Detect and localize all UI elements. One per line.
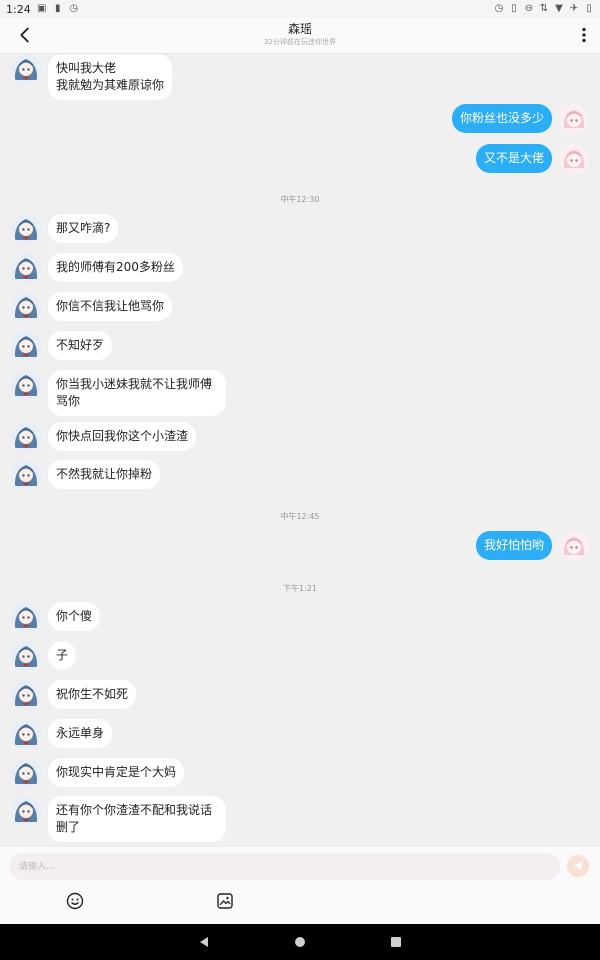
smiley-icon[interactable] xyxy=(66,892,84,910)
data-icon: ⇅ xyxy=(539,3,549,14)
sd-card-icon: ▮ xyxy=(54,3,61,14)
contact-avatar[interactable] xyxy=(11,796,41,826)
message-bubble[interactable]: 快叫我大佬 我就勉为其难原谅你 xyxy=(48,54,173,100)
received-message: 还有你个你渣渣不配和我说话删了 xyxy=(11,796,226,842)
received-message: 你现实中肯定是个大妈 xyxy=(11,758,185,788)
image-notification-icon: ▣ xyxy=(36,3,47,14)
timestamp-divider: 下午1:21 xyxy=(283,584,317,593)
timestamp-divider: 中午12:45 xyxy=(280,512,320,521)
message-bubble[interactable]: 那又咋滴? xyxy=(48,214,119,243)
contact-status: 32分钟前在玩迷你世界 xyxy=(264,38,336,46)
contact-avatar[interactable] xyxy=(11,422,41,452)
received-message: 永远单身 xyxy=(11,719,113,749)
do-not-disturb-icon: ⊖ xyxy=(524,3,534,14)
contact-avatar[interactable] xyxy=(11,331,41,361)
input-bar xyxy=(0,846,600,924)
contact-avatar[interactable] xyxy=(11,602,41,632)
vibrate-icon: ▯ xyxy=(511,3,517,14)
message-bubble[interactable]: 祝你生不如死 xyxy=(48,680,137,709)
message-bubble[interactable]: 你快点回我你这个小渣渣 xyxy=(48,422,197,451)
chat-header: 森瑶 32分钟前在玩迷你世界 xyxy=(0,18,600,54)
contact-avatar[interactable] xyxy=(11,292,41,322)
sent-message: 我好怕怕哟 xyxy=(475,531,589,561)
system-nav-bar xyxy=(0,924,600,960)
battery-icon: ▯ xyxy=(586,3,592,14)
received-message: 不然我就让你掉粉 xyxy=(11,460,161,490)
message-bubble[interactable]: 你个傻 xyxy=(48,602,101,631)
contact-avatar[interactable] xyxy=(11,758,41,788)
my-avatar[interactable] xyxy=(559,531,589,561)
alarm-icon: ◷ xyxy=(69,3,79,14)
received-message: 快叫我大佬 我就勉为其难原谅你 xyxy=(11,54,173,100)
contact-avatar[interactable] xyxy=(11,460,41,490)
message-bubble[interactable]: 子 xyxy=(48,641,77,670)
message-bubble[interactable]: 不知好歹 xyxy=(48,331,113,360)
contact-avatar[interactable] xyxy=(11,253,41,283)
contact-avatar[interactable] xyxy=(11,370,41,400)
message-bubble[interactable]: 你信不信我让他骂你 xyxy=(48,292,173,321)
alarm-icon: ◷ xyxy=(494,3,504,14)
contact-avatar[interactable] xyxy=(11,680,41,710)
status-time: 1:24 xyxy=(6,2,31,16)
message-bubble[interactable]: 你现实中肯定是个大妈 xyxy=(48,758,185,787)
received-message: 你快点回我你这个小渣渣 xyxy=(11,422,197,452)
contact-avatar[interactable] xyxy=(11,54,41,84)
message-bubble[interactable]: 不然我就让你掉粉 xyxy=(48,460,161,489)
received-message: 不知好歹 xyxy=(11,331,113,361)
send-button[interactable] xyxy=(567,855,589,877)
nav-recents-icon[interactable] xyxy=(388,934,404,950)
message-bubble[interactable]: 又不是大佬 xyxy=(475,144,552,173)
contact-name: 森瑶 xyxy=(287,22,312,36)
image-icon[interactable] xyxy=(216,892,234,910)
received-message: 祝你生不如死 xyxy=(11,680,137,710)
sent-message: 又不是大佬 xyxy=(475,144,589,174)
received-message: 子 xyxy=(11,641,77,671)
message-input[interactable] xyxy=(9,853,560,880)
message-bubble[interactable]: 你粉丝也没多少 xyxy=(451,104,552,133)
chat-title-block: 森瑶 32分钟前在玩迷你世界 xyxy=(200,22,400,48)
sent-message: 你粉丝也没多少 xyxy=(451,104,589,134)
contact-avatar[interactable] xyxy=(11,641,41,671)
received-message: 你个傻 xyxy=(11,602,101,632)
received-message: 你当我小迷妹我就不让我师傅骂你 xyxy=(11,370,226,416)
my-avatar[interactable] xyxy=(559,104,589,134)
received-message: 我的师傅有200多粉丝 xyxy=(11,253,183,283)
message-bubble[interactable]: 我的师傅有200多粉丝 xyxy=(48,253,183,282)
message-list[interactable]: 快叫我大佬 我就勉为其难原谅你你粉丝也没多少又不是大佬中午12:30 那又咋滴? 我… xyxy=(0,54,600,846)
status-bar: 1:24 ▣ ▮ ◷ ◷ ▯ ⊖ ⇅ ▼ ✈ ▯ xyxy=(0,0,600,18)
contact-avatar[interactable] xyxy=(11,214,41,244)
send-icon xyxy=(573,861,583,871)
timestamp-divider: 中午12:30 xyxy=(280,195,320,204)
airplane-icon: ✈ xyxy=(569,3,579,14)
message-bubble[interactable]: 我好怕怕哟 xyxy=(475,531,552,560)
message-bubble[interactable]: 还有你个你渣渣不配和我说话删了 xyxy=(48,796,226,842)
nav-home-icon[interactable] xyxy=(292,934,308,950)
my-avatar[interactable] xyxy=(559,144,589,174)
nav-back-icon[interactable] xyxy=(196,934,212,950)
received-message: 那又咋滴? xyxy=(11,214,119,244)
message-bubble[interactable]: 永远单身 xyxy=(48,719,113,748)
received-message: 你信不信我让他骂你 xyxy=(11,292,173,322)
back-arrow-icon[interactable] xyxy=(14,24,36,46)
contact-avatar[interactable] xyxy=(11,719,41,749)
more-vert-icon[interactable] xyxy=(576,24,592,46)
wifi-icon: ▼ xyxy=(555,3,563,14)
message-bubble[interactable]: 你当我小迷妹我就不让我师傅骂你 xyxy=(48,370,226,416)
